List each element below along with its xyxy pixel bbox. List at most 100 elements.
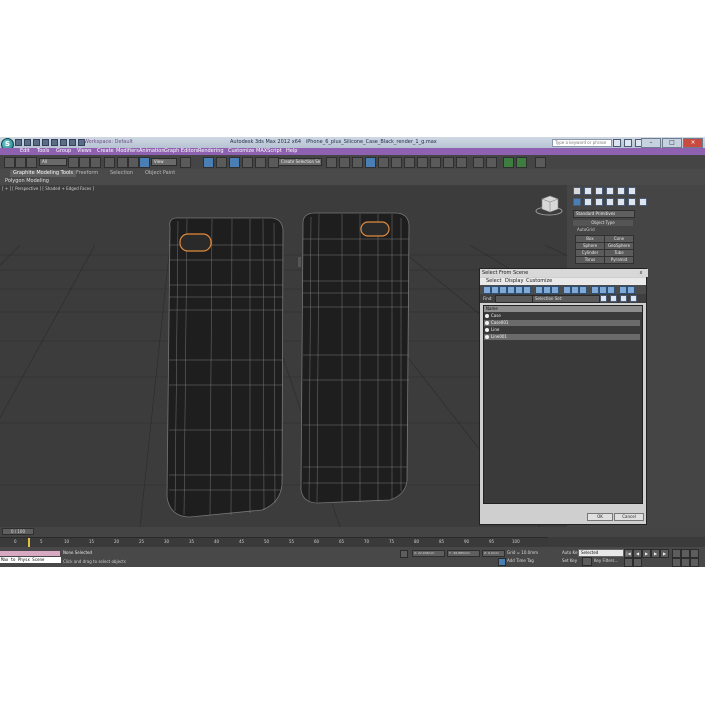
frame-field[interactable] [624,558,633,567]
dialog-menu-customize[interactable]: Customize [526,278,552,285]
menu-tools[interactable]: Tools [37,148,49,155]
display-xrefs-icon[interactable] [543,286,551,294]
undo-icon[interactable] [42,139,49,146]
sort-icon[interactable] [591,286,599,294]
help-search-input[interactable]: Type a keyword or phrase [552,139,612,147]
space-warps-icon[interactable] [628,198,636,206]
graphite-toggle-icon[interactable] [365,157,376,168]
shapes-icon[interactable] [584,198,592,206]
next-frame-icon[interactable]: ▶ [651,549,660,558]
filter-icon[interactable] [619,286,627,294]
phone-case-right[interactable] [298,212,410,504]
display-cameras-icon[interactable] [507,286,515,294]
display-helpers-icon[interactable] [515,286,523,294]
tab-freeform[interactable]: Freeform [76,170,98,177]
environment-icon[interactable] [486,157,497,168]
menu-views[interactable]: Views [77,148,91,155]
dialog-close-icon[interactable]: x [638,270,644,276]
minimize-button[interactable]: – [641,138,661,148]
time-slider[interactable]: 0 / 100 [2,528,34,535]
viewcube-icon[interactable] [535,195,563,216]
set-key-button[interactable]: Set Key [562,558,577,563]
select-manipulate-icon[interactable] [203,157,214,168]
extra-tool-icon[interactable] [535,157,546,168]
dialog-menu-select[interactable]: Select [486,278,501,285]
menu-graph-editors[interactable]: Graph Editors [164,148,198,155]
list-item[interactable]: Case001 [484,320,640,326]
list-item[interactable]: Line [484,327,640,333]
select-rotate-icon[interactable] [128,157,139,168]
maxscript-listener-input[interactable] [0,551,60,556]
select-move-icon[interactable] [117,157,128,168]
tab-graphite-modeling-tools[interactable]: Graphite Modeling Tools [10,170,77,177]
menu-create[interactable]: Create [97,148,114,155]
tab-object-paint[interactable]: Object Paint [145,170,175,177]
cancel-button[interactable]: Cancel [614,513,644,521]
key-icon[interactable] [582,557,592,566]
open-file-icon[interactable] [24,139,31,146]
select-by-name-icon[interactable] [79,157,90,168]
y-coordinate-field[interactable]: Y: -56.885mm [447,550,480,557]
selection-filter-dropdown[interactable]: All [39,158,67,166]
display-groups-icon[interactable] [535,286,543,294]
motion-tab-icon[interactable] [606,187,614,195]
lights-icon[interactable] [595,198,603,206]
tab-selection[interactable]: Selection [110,170,133,177]
dialog-title[interactable]: Select From Scene [480,269,648,277]
mirror-icon[interactable] [326,157,337,168]
menu-rendering[interactable]: Rendering [198,148,224,155]
create-tab-icon[interactable] [573,187,581,195]
find-input[interactable] [495,295,533,303]
maxscript-mini-listener[interactable]: Max to Physx Scene [0,557,61,563]
menu-customize[interactable]: Customize [228,148,254,155]
schematic-view-icon[interactable] [391,157,402,168]
ribbon-panel-label[interactable]: Polygon Modeling [5,178,49,184]
display-lights-icon[interactable] [499,286,507,294]
render-iterative-icon[interactable] [456,157,467,168]
list-item[interactable]: Case [484,313,640,319]
ok-button[interactable]: OK [587,513,613,521]
physx-simulate-icon[interactable] [516,157,527,168]
time-tag-icon[interactable] [498,558,506,566]
curve-editor-icon[interactable] [378,157,389,168]
modify-tab-icon[interactable] [584,187,592,195]
select-all-icon[interactable] [563,286,571,294]
scene-object-list[interactable]: Name Case Case001 Line Line001 [483,305,643,504]
dialog-menu-display[interactable]: Display [505,278,523,285]
physx-icon[interactable] [503,157,514,168]
display-tab-icon[interactable] [617,187,625,195]
go-to-end-icon[interactable]: ▶ [660,549,669,558]
maximize-button[interactable]: □ [662,138,682,148]
workspace-selector[interactable]: Workspace: Default [84,139,133,145]
hold-icon[interactable] [60,139,67,146]
unlink-icon[interactable] [15,157,26,168]
hierarchy-tab-icon[interactable] [595,187,603,195]
key-filters-button[interactable]: Key Filters... [594,558,618,563]
rendered-frame-window-icon[interactable] [430,157,441,168]
material-editor-icon[interactable] [404,157,415,168]
menu-maxscript[interactable]: MAXScript [256,148,282,155]
utilities-tab-icon[interactable] [628,187,636,195]
list-item[interactable]: Line001 [484,334,640,340]
display-space-warps-icon[interactable] [523,286,531,294]
select-children-icon[interactable] [607,286,615,294]
link-icon[interactable] [4,157,15,168]
primitive-category-dropdown[interactable]: Standard Primitives [573,210,635,218]
render-production-icon[interactable] [443,157,454,168]
menu-animation[interactable]: Animation [139,148,165,155]
keyboard-shortcut-icon[interactable] [216,157,227,168]
highlight-icon[interactable] [627,286,635,294]
list-options-icon[interactable] [630,295,637,302]
dependencies-icon[interactable] [599,286,607,294]
select-scale-icon[interactable] [139,157,150,168]
systems-icon[interactable] [639,198,647,206]
zoom-extents-icon[interactable] [690,549,699,558]
z-coordinate-field[interactable]: Z: 0.0mm [482,550,505,557]
remove-set-icon[interactable] [610,295,617,302]
pyramid-button[interactable]: Pyramid [604,256,634,264]
list-header-name[interactable]: Name [484,306,642,312]
x-coordinate-field[interactable]: X: 22.934mm [412,550,445,557]
select-object-icon[interactable] [68,157,79,168]
display-bones-icon[interactable] [551,286,559,294]
cameras-icon[interactable] [606,198,614,206]
